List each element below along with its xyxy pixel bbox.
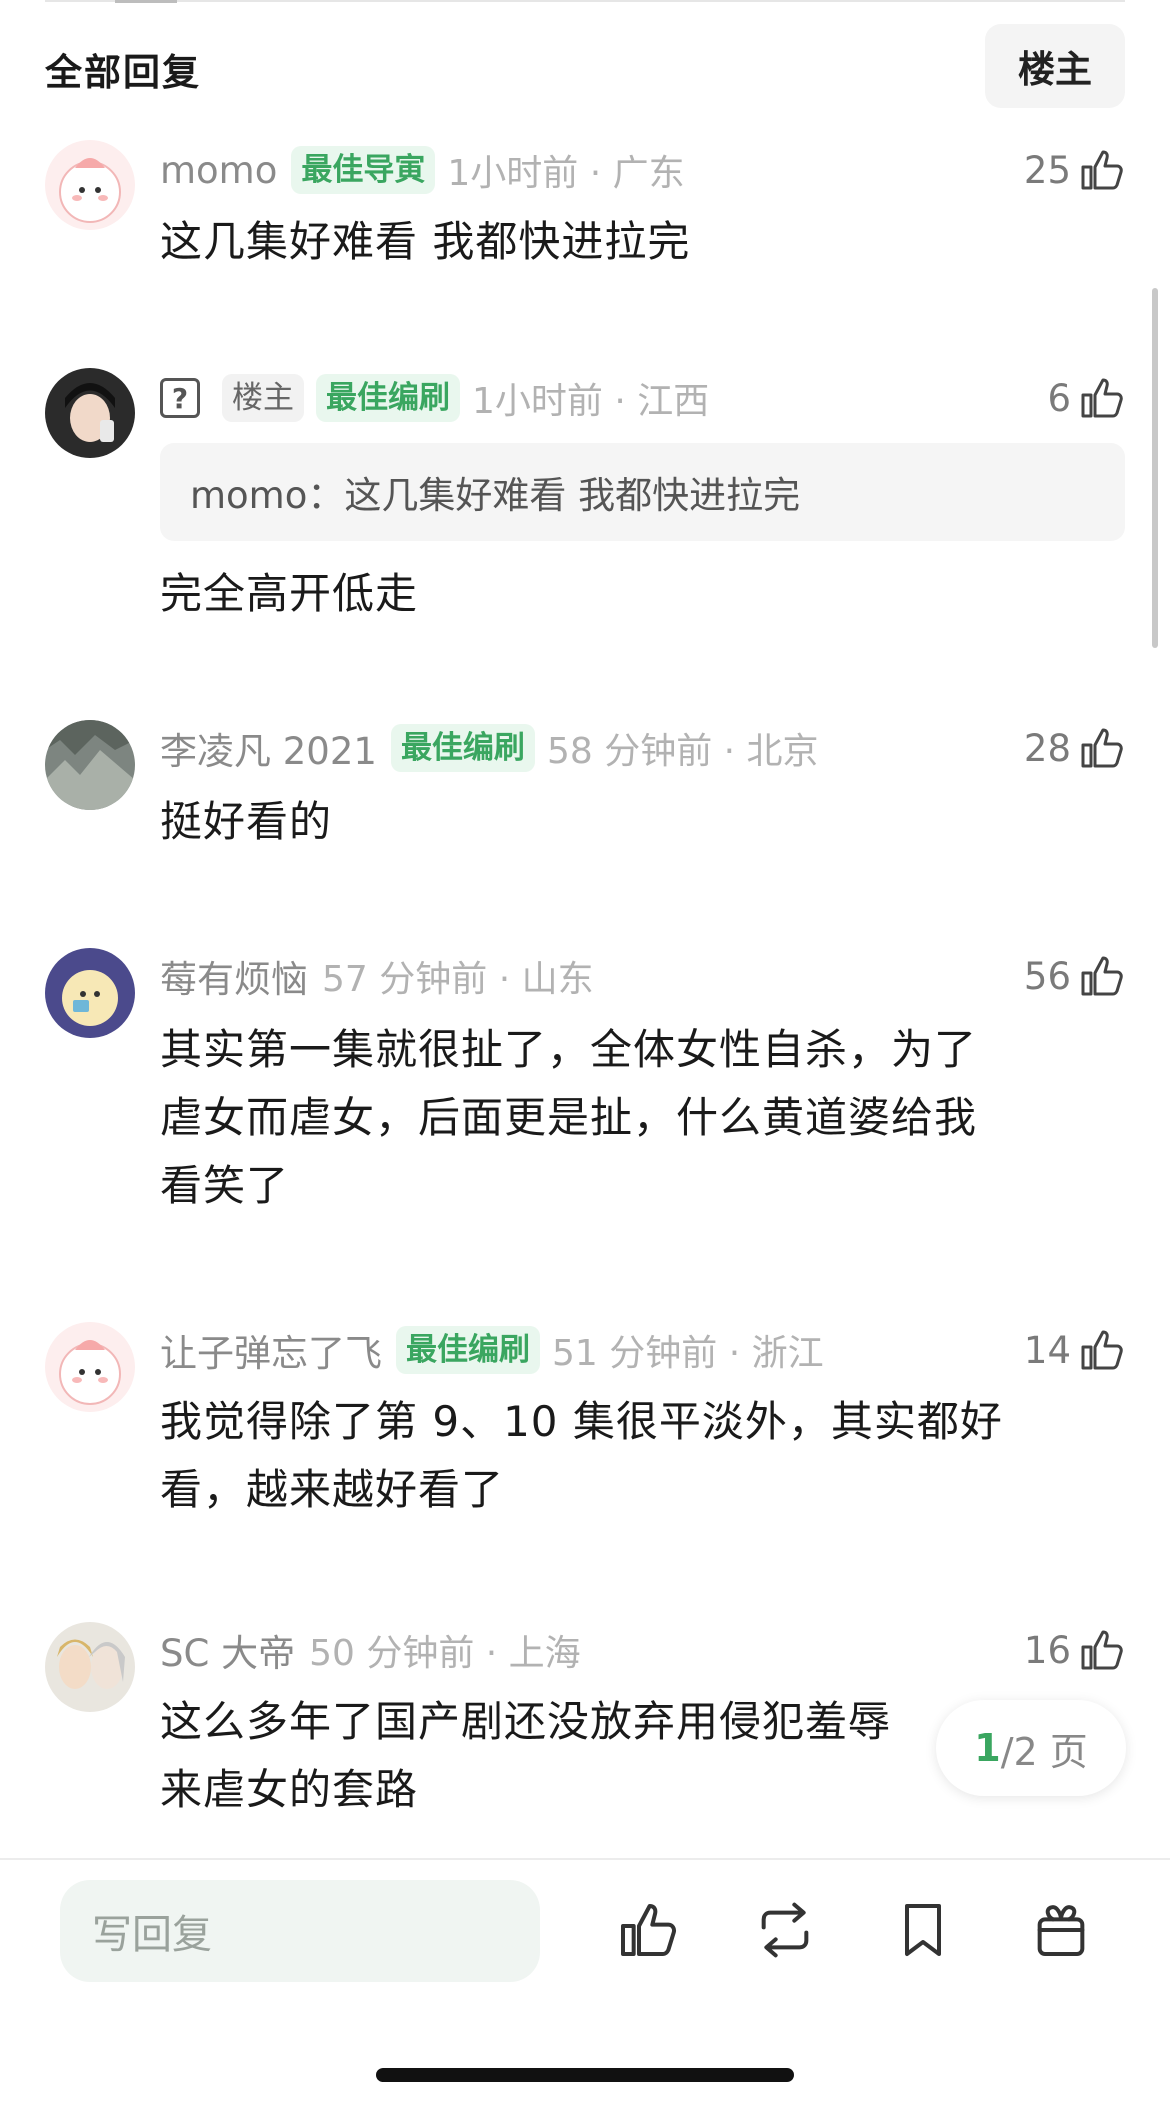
thumbs-up-icon (1081, 150, 1123, 190)
thumbs-up-icon (1081, 1630, 1123, 1670)
avatar[interactable] (45, 1622, 135, 1712)
question-mark-icon: ? (160, 378, 200, 418)
time-location: 58 分钟前 · 北京 (546, 731, 819, 772)
avatar[interactable] (45, 948, 135, 1038)
reply-input[interactable]: 写回复 (60, 1880, 540, 1982)
comment-line: 看笑了 (160, 1161, 290, 1210)
username[interactable]: SC 大帝 (160, 1623, 295, 1677)
comment-line: 其实第一集就很扯了，全体女性自杀，为了 (160, 1025, 978, 1074)
top-divider (45, 0, 1125, 2)
thumbs-up-icon (1081, 956, 1123, 996)
comment-text: 挺好看的 (160, 797, 333, 846)
like-control[interactable]: 6 (1047, 368, 1125, 428)
comment-meta: momo 最佳导寅 1小时前 · 广东 (160, 140, 685, 200)
page-indicator[interactable]: 1 /2 页 (936, 1700, 1126, 1796)
time-location: 1小时前 · 广东 (447, 153, 685, 194)
time-location: 1小时前 · 江西 (472, 381, 710, 422)
op-only-button[interactable]: 楼主 (985, 24, 1125, 108)
time-location: 50 分钟前 · 上海 (309, 1633, 581, 1674)
current-page: 1 (974, 1726, 1001, 1770)
avatar[interactable] (45, 1322, 135, 1412)
repost-icon[interactable] (750, 1895, 820, 1965)
comment-line: 看，越来越好看了 (160, 1465, 505, 1514)
username[interactable]: momo (160, 149, 277, 192)
time-location: 57 分钟前 · 山东 (322, 959, 594, 1000)
comment-line: 我觉得除了第 9、10 集很平淡外，其实都好 (160, 1397, 1003, 1446)
like-count: 14 (1023, 1328, 1071, 1372)
like-count: 28 (1023, 726, 1071, 770)
badge-op: 楼主 (222, 374, 304, 422)
like-control[interactable]: 16 (1024, 1620, 1125, 1680)
username[interactable]: 让子弹忘了飞 (160, 1323, 382, 1377)
home-indicator[interactable] (376, 2068, 794, 2082)
like-control[interactable]: 25 (1024, 140, 1125, 200)
comment-line: 虐女而虐女，后面更是扯，什么黄道婆给我 (160, 1093, 978, 1142)
like-control[interactable]: 14 (1024, 1320, 1125, 1380)
comment-text: 我觉得除了第 9、10 集很平淡外，其实都好 看，越来越好看了 (160, 1388, 1100, 1524)
comment-text: 这几集好难看 我都快进拉完 (160, 217, 691, 266)
like-control[interactable]: 28 (1024, 718, 1125, 778)
thumbs-up-icon (1081, 728, 1123, 768)
avatar[interactable] (45, 140, 135, 230)
badge-best: 最佳导寅 (291, 146, 436, 194)
like-count: 25 (1023, 148, 1071, 192)
like-count: 56 (1023, 954, 1071, 998)
avatar[interactable] (45, 720, 135, 810)
avatar[interactable] (45, 368, 135, 458)
top-tab-indicator (115, 0, 177, 3)
bookmark-icon[interactable] (888, 1895, 958, 1965)
like-count: 16 (1023, 1628, 1071, 1672)
comment-meta: 莓有烦恼 57 分钟前 · 山东 (160, 946, 594, 1006)
thumbs-up-icon (1081, 378, 1123, 418)
comment-meta: ? 楼主 最佳编刷 1小时前 · 江西 (160, 368, 709, 428)
comment-meta: 李凌凡 2021 最佳编刷 58 分钟前 · 北京 (160, 718, 819, 778)
scrollbar[interactable] (1152, 288, 1158, 648)
badge-best: 最佳编刷 (396, 1326, 540, 1374)
like-control[interactable]: 56 (1024, 946, 1125, 1006)
time-location: 51 分钟前 · 浙江 (552, 1333, 824, 1374)
username[interactable]: 莓有烦恼 (160, 949, 308, 1003)
like-count: 6 (1047, 376, 1071, 420)
comment-text: 其实第一集就很扯了，全体女性自杀，为了 虐女而虐女，后面更是扯，什么黄道婆给我 … (160, 1016, 1100, 1220)
username[interactable]: 李凌凡 2021 (160, 721, 377, 775)
comment-meta: SC 大帝 50 分钟前 · 上海 (160, 1620, 581, 1680)
all-replies-title: 全部回复 (45, 51, 201, 94)
like-icon[interactable] (612, 1895, 682, 1965)
total-pages: /2 页 (1000, 1729, 1088, 1774)
thumbs-up-icon (1081, 1330, 1123, 1370)
comment-meta: 让子弹忘了飞 最佳编刷 51 分钟前 · 浙江 (160, 1320, 824, 1380)
badge-best: 最佳编刷 (316, 374, 460, 422)
quoted-reply[interactable]: momo：这几集好难看 我都快进拉完 (160, 443, 1125, 541)
gift-icon[interactable] (1026, 1895, 1096, 1965)
comment-text: 完全高开低走 (160, 569, 419, 618)
badge-best: 最佳编刷 (390, 724, 535, 772)
